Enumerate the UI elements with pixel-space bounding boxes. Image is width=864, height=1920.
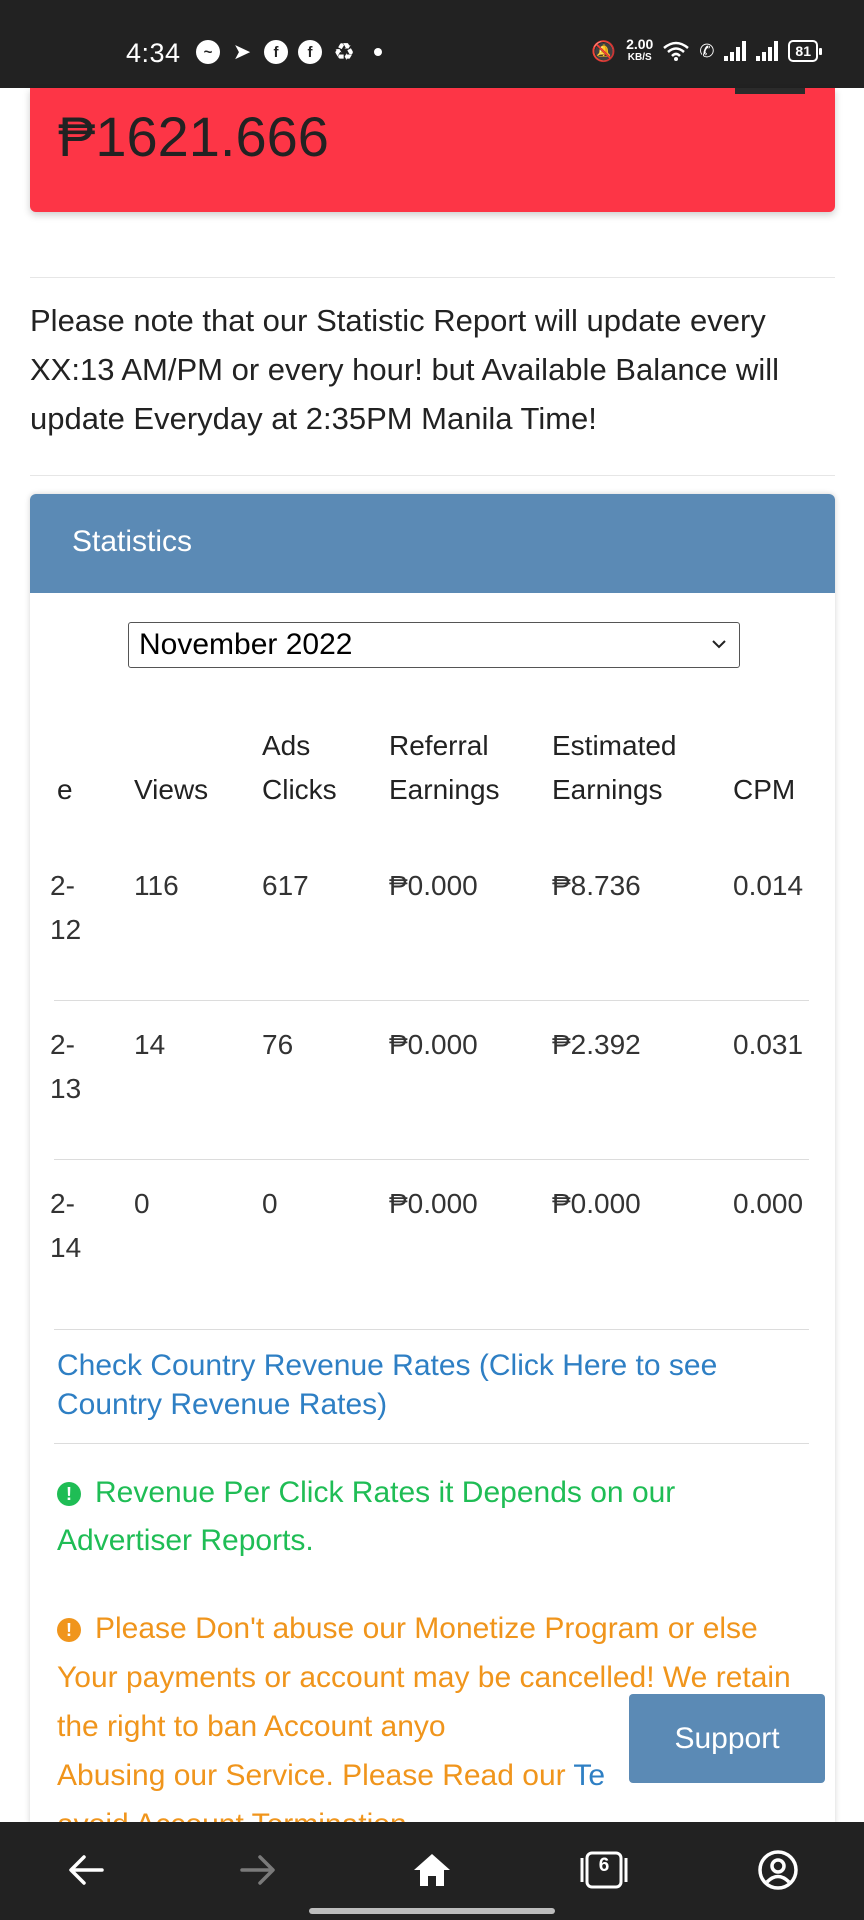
cell-referral: ₱0.000 (389, 1029, 478, 1060)
col-referral-earnings: Referral Earnings (389, 730, 500, 805)
cell-cpm: 0.031 (733, 1029, 804, 1060)
statistics-panel: Statistics November 2022 e Views Ads Cli… (30, 494, 835, 1824)
terms-link[interactable]: Te (573, 1759, 605, 1792)
telegram-icon: ➤ (232, 39, 252, 64)
exclamation-icon: ! (57, 1618, 81, 1642)
cell-views: 14 (134, 1029, 166, 1060)
table-row: 2- 13 14 76 ₱0.000 ₱2.392 0.031 (30, 1005, 835, 1163)
facebook-icon: f (264, 40, 288, 64)
available-balance-card: ₱1621.666 (30, 88, 835, 212)
row-divider (54, 1000, 809, 1001)
col-ads-clicks: Ads Clicks (262, 730, 337, 805)
status-time: 4:34 (126, 38, 181, 68)
signal-2-icon (756, 41, 779, 61)
success-alert: ! Revenue Per Click Rates it Depends on o… (57, 1476, 676, 1557)
cell-referral: ₱0.000 (389, 1188, 478, 1219)
cell-ads-clicks: 617 (262, 870, 309, 901)
notification-icons: ~ ➤ f f ♻ (196, 38, 382, 66)
system-icons: 🔕 2.00 KB/S ✆ 81 (591, 36, 822, 64)
tabs-button[interactable]: 6 (576, 1842, 632, 1898)
country-revenue-link[interactable]: Check Country Revenue Rates (Click Here … (57, 1346, 817, 1424)
statistics-title: Statistics (30, 494, 835, 593)
exclamation-icon: ! (57, 1482, 81, 1506)
net-speed: 2.00 KB/S (626, 36, 654, 63)
cell-date: 2- 14 (50, 1188, 82, 1263)
cell-cpm: 0.000 (733, 1188, 804, 1219)
home-indicator[interactable] (309, 1908, 555, 1914)
tab-count: 6 (598, 1855, 610, 1876)
col-estimated-earnings: Estimated Earnings (552, 730, 677, 805)
col-date: e (57, 774, 73, 805)
back-button[interactable] (58, 1842, 114, 1898)
forward-button[interactable] (230, 1842, 286, 1898)
wifi-icon (663, 41, 690, 61)
balance-amount: ₱1621.666 (58, 105, 329, 168)
card-tab (735, 88, 805, 94)
more-notifications-dot (374, 48, 382, 56)
battery-icon: 81 (788, 40, 822, 62)
cell-referral: ₱0.000 (389, 870, 478, 901)
update-notice: Please note that our Statistic Report wi… (30, 303, 779, 436)
divider (30, 475, 835, 476)
home-icon (414, 1854, 450, 1886)
chevron-down-icon (712, 640, 726, 649)
month-select[interactable]: November 2022 (128, 622, 740, 668)
browser-nav-bar: 6 (0, 1822, 864, 1920)
support-button[interactable]: Support (629, 1694, 825, 1783)
month-select-value: November 2022 (139, 628, 353, 661)
home-button[interactable] (404, 1842, 460, 1898)
mute-icon: 🔕 (591, 40, 617, 63)
table-row: 2- 12 116 617 ₱0.000 ₱8.736 0.014 (30, 846, 835, 1004)
cell-date: 2- 13 (50, 1029, 82, 1104)
cell-cpm: 0.014 (733, 870, 804, 901)
status-bar: 4:34 ~ ➤ f f ♻ 🔕 2.00 KB/S ✆ 81 (0, 0, 864, 88)
sync-icon: ♻ (333, 38, 355, 66)
col-cpm: CPM (733, 774, 796, 805)
row-divider (54, 1443, 809, 1444)
messenger-icon: ~ (196, 40, 220, 64)
cell-date: 2- 12 (50, 870, 82, 945)
facebook-icon: f (298, 40, 322, 64)
wifi-calling-icon: ✆ (699, 40, 715, 61)
account-button[interactable] (750, 1842, 806, 1898)
cell-ads-clicks: 0 (262, 1188, 278, 1219)
account-icon (758, 1850, 798, 1890)
cell-views: 116 (134, 870, 179, 901)
cell-estimated: ₱0.000 (552, 1188, 641, 1219)
table-row: 2- 14 0 0 ₱0.000 ₱0.000 0.000 (30, 1164, 835, 1322)
row-divider (54, 1159, 809, 1160)
cell-estimated: ₱2.392 (552, 1029, 641, 1060)
cell-views: 0 (134, 1188, 150, 1219)
divider (30, 277, 835, 278)
forward-arrow-icon (240, 1855, 275, 1885)
back-arrow-icon (69, 1855, 104, 1885)
col-views: Views (134, 774, 209, 805)
row-divider (54, 1329, 809, 1330)
cell-ads-clicks: 76 (262, 1029, 294, 1060)
cell-estimated: ₱8.736 (552, 870, 641, 901)
signal-1-icon (724, 41, 747, 61)
